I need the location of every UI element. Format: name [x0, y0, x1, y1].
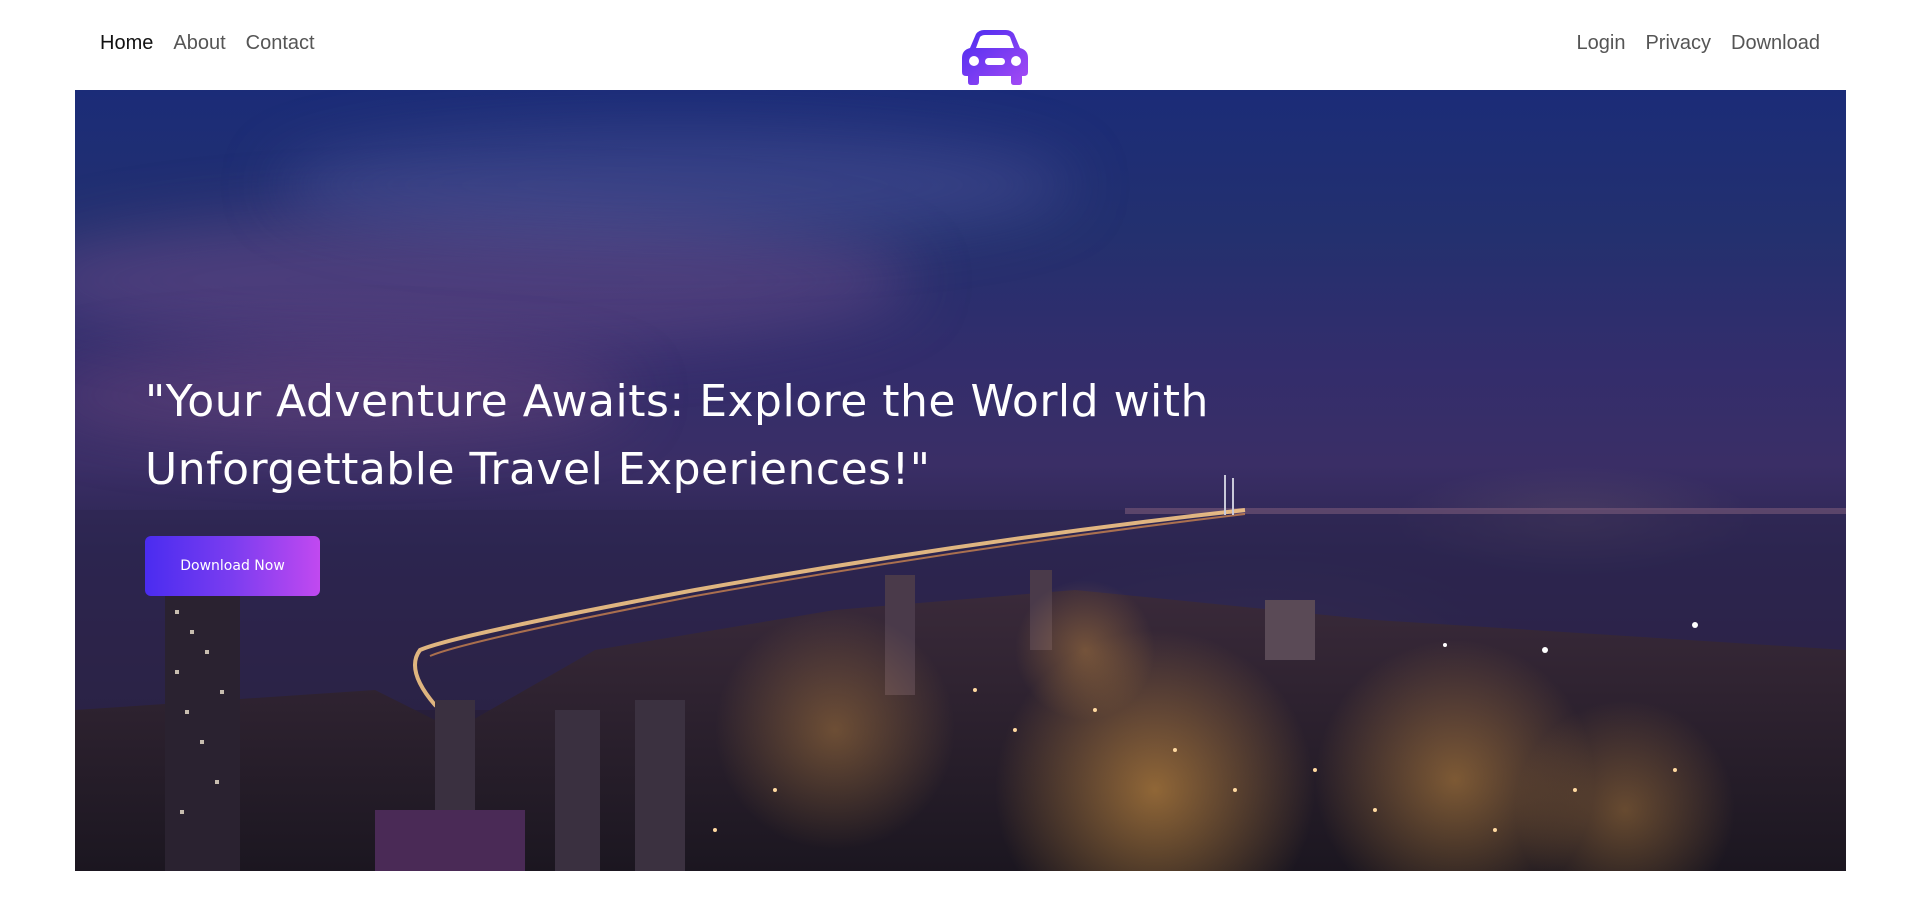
- hero-headline-line-1: "Your Adventure Awaits: Explore the Worl…: [145, 376, 1209, 427]
- hero-headline: "Your Adventure Awaits: Explore the Worl…: [145, 368, 1245, 504]
- nav-link-home[interactable]: Home: [100, 32, 153, 55]
- nav-right-links: Login Privacy Download: [1577, 32, 1820, 55]
- nav-link-privacy[interactable]: Privacy: [1645, 32, 1711, 55]
- hero-banner: "Your Adventure Awaits: Explore the Worl…: [75, 90, 1846, 871]
- nav-link-download[interactable]: Download: [1731, 32, 1820, 55]
- nav-link-about[interactable]: About: [173, 32, 225, 55]
- car-icon[interactable]: [958, 28, 1032, 86]
- hero-headline-line-2: Unforgettable Travel Experiences!": [145, 444, 931, 495]
- nav-link-contact[interactable]: Contact: [246, 32, 315, 55]
- nav-link-login[interactable]: Login: [1577, 32, 1626, 55]
- nav-left-links: Home About Contact: [100, 32, 315, 55]
- top-navbar: Home About Contact Login Privacy Downloa…: [0, 0, 1920, 90]
- download-now-button[interactable]: Download Now: [145, 536, 320, 596]
